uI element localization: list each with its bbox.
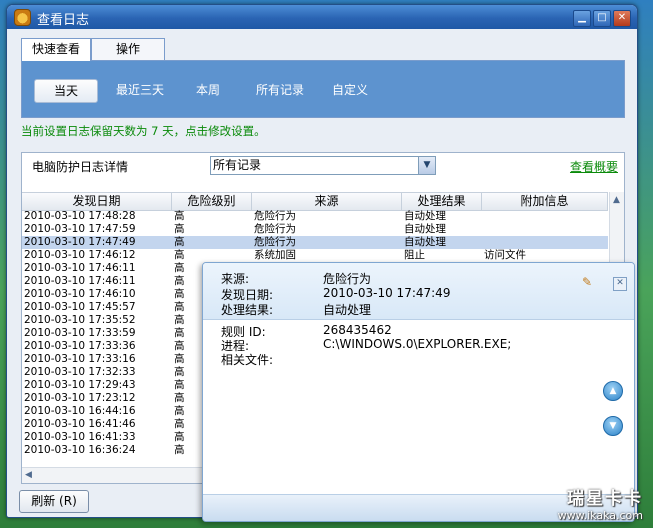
watermark-brand: 瑞星卡卡 xyxy=(567,489,643,509)
detail-summary: 来源: 危险行为 发现日期: 2010-03-10 17:47:49 处理结果:… xyxy=(203,263,634,320)
range-this-week-button[interactable]: 本周 xyxy=(188,79,228,101)
table-cell: 高 xyxy=(174,314,185,326)
range-custom-button[interactable]: 自定义 xyxy=(326,79,374,101)
table-cell: 2010-03-10 17:29:43 xyxy=(24,379,136,391)
table-cell: 2010-03-10 17:46:11 xyxy=(24,262,136,274)
table-cell: 高 xyxy=(174,275,185,287)
table-cell: 2010-03-10 17:46:10 xyxy=(24,288,136,300)
table-header: 发现日期 危险级别 来源 处理结果 附加信息 xyxy=(22,192,608,211)
pin-icon[interactable]: ✎ xyxy=(582,276,594,288)
table-cell: 2010-03-10 17:46:12 xyxy=(24,249,136,261)
table-cell: 高 xyxy=(174,223,185,235)
table-cell: 高 xyxy=(174,392,185,404)
table-cell: 2010-03-10 17:45:57 xyxy=(24,301,136,313)
close-button[interactable]: ✕ xyxy=(613,10,631,27)
table-cell: 访问文件 xyxy=(484,249,526,261)
log-detail-popup: 来源: 危险行为 发现日期: 2010-03-10 17:47:49 处理结果:… xyxy=(202,262,635,522)
view-overview-link[interactable]: 查看概要 xyxy=(570,158,618,175)
title-bar[interactable]: 查看日志 ▁ □ ✕ xyxy=(7,5,637,29)
tab-quick-view[interactable]: 快速查看 xyxy=(21,38,91,61)
table-cell: 高 xyxy=(174,366,185,378)
table-cell: 2010-03-10 17:35:52 xyxy=(24,314,136,326)
watermark: 瑞星卡卡 www.ikaka.com xyxy=(558,484,643,522)
range-today-button[interactable]: 当天 xyxy=(34,79,98,103)
table-row[interactable]: 2010-03-10 17:47:49 高 危险行为 自动处理 xyxy=(22,236,608,249)
table-cell: 自动处理 xyxy=(404,223,446,235)
window-title: 查看日志 xyxy=(37,13,90,28)
table-cell: 高 xyxy=(174,340,185,352)
table-cell: 自动处理 xyxy=(404,236,446,248)
table-cell: 高 xyxy=(174,418,185,430)
table-cell: 高 xyxy=(174,353,185,365)
table-cell: 危险行为 xyxy=(254,210,296,222)
chevron-down-icon[interactable]: ▼ xyxy=(418,157,435,174)
table-cell: 系统加固 xyxy=(254,249,296,261)
table-cell: 自动处理 xyxy=(404,210,446,222)
table-cell: 高 xyxy=(174,262,185,274)
table-cell: 危险行为 xyxy=(254,223,296,235)
table-cell: 2010-03-10 17:48:28 xyxy=(24,210,136,222)
table-cell: 危险行为 xyxy=(254,236,296,248)
page-up-icon[interactable]: ▲ xyxy=(603,381,623,401)
table-cell: 2010-03-10 17:33:59 xyxy=(24,327,136,339)
maximize-button[interactable]: □ xyxy=(593,10,611,27)
refresh-button[interactable]: 刷新 (R) xyxy=(19,490,89,513)
table-cell: 阻止 xyxy=(404,249,425,261)
table-cell: 2010-03-10 16:41:46 xyxy=(24,418,136,430)
range-last-three-days-button[interactable]: 最近三天 xyxy=(110,79,170,101)
table-cell: 2010-03-10 17:32:33 xyxy=(24,366,136,378)
scroll-up-icon[interactable]: ▲ xyxy=(611,193,622,207)
table-cell: 2010-03-10 16:44:16 xyxy=(24,405,136,417)
column-header-extra[interactable]: 附加信息 xyxy=(482,193,608,210)
table-row[interactable]: 2010-03-10 17:47:59 高 危险行为 自动处理 xyxy=(22,223,608,236)
range-all-records-button[interactable]: 所有记录 xyxy=(250,79,310,101)
table-cell: 2010-03-10 17:47:49 xyxy=(24,236,136,248)
table-cell: 2010-03-10 17:47:59 xyxy=(24,223,136,235)
column-header-result[interactable]: 处理结果 xyxy=(402,193,482,210)
table-row[interactable]: 2010-03-10 17:48:28 高 危险行为 自动处理 xyxy=(22,210,608,223)
table-cell: 高 xyxy=(174,444,185,456)
table-cell: 高 xyxy=(174,405,185,417)
table-cell: 高 xyxy=(174,327,185,339)
filter-select-value: 所有记录 xyxy=(213,158,262,172)
table-cell: 2010-03-10 17:23:12 xyxy=(24,392,136,404)
table-cell: 2010-03-10 17:33:16 xyxy=(24,353,136,365)
scroll-left-icon[interactable]: ◀ xyxy=(25,468,36,483)
table-cell: 高 xyxy=(174,379,185,391)
table-cell: 2010-03-10 17:46:11 xyxy=(24,275,136,287)
table-cell: 2010-03-10 16:36:24 xyxy=(24,444,136,456)
table-cell: 高 xyxy=(174,288,185,300)
time-range-panel: 当天 最近三天 本周 所有记录 自定义 xyxy=(21,60,625,118)
table-cell: 高 xyxy=(174,210,185,222)
table-cell: 高 xyxy=(174,301,185,313)
column-header-date[interactable]: 发现日期 xyxy=(22,193,172,210)
page-down-icon[interactable]: ▼ xyxy=(603,416,623,436)
column-header-level[interactable]: 危险级别 xyxy=(172,193,252,210)
column-header-source[interactable]: 来源 xyxy=(252,193,402,210)
log-list-title: 电脑防护日志详情 xyxy=(32,160,129,174)
close-icon[interactable]: ✕ xyxy=(613,277,627,291)
tab-operations[interactable]: 操作 xyxy=(91,38,165,60)
table-cell: 高 xyxy=(174,249,185,261)
table-cell: 2010-03-10 16:41:33 xyxy=(24,431,136,443)
table-row[interactable]: 2010-03-10 17:46:12 高 系统加固 阻止 访问文件 xyxy=(22,249,608,262)
table-cell: 高 xyxy=(174,431,185,443)
retention-notice-link[interactable]: 当前设置日志保留天数为 7 天，点击修改设置。 xyxy=(21,123,266,139)
rising-lion-icon xyxy=(14,9,31,26)
table-cell: 高 xyxy=(174,236,185,248)
watermark-url: www.ikaka.com xyxy=(557,509,643,522)
table-cell: 2010-03-10 17:33:36 xyxy=(24,340,136,352)
minimize-button[interactable]: ▁ xyxy=(573,10,591,27)
filter-select[interactable]: 所有记录 ▼ xyxy=(210,156,436,175)
